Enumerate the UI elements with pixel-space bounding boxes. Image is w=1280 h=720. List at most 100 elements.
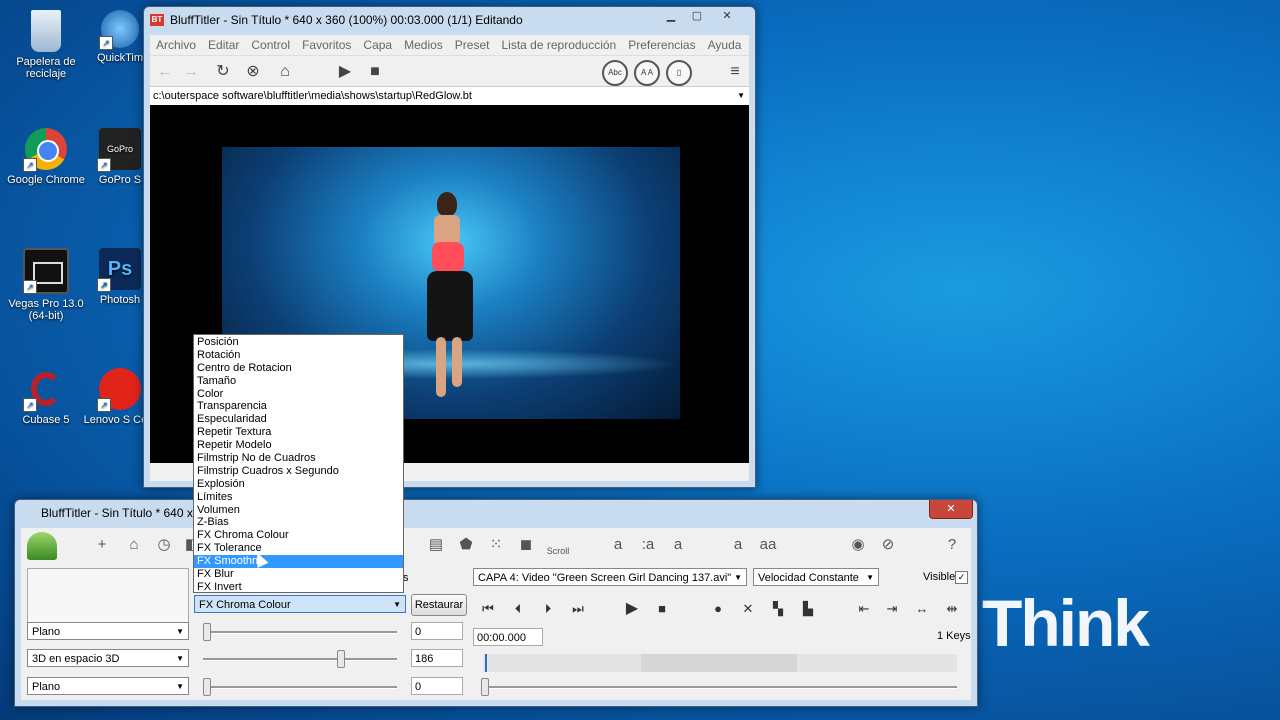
menu-medios[interactable]: Medios — [398, 38, 449, 52]
path-combo[interactable]: c:\outerspace software\blufftitler\media… — [150, 87, 749, 106]
menu-preferencias[interactable]: Preferencias — [622, 38, 701, 52]
no-icon[interactable]: ⊘ — [877, 534, 899, 556]
prev-key-icon[interactable]: ⇤ — [853, 598, 875, 620]
page-button[interactable]: ▯ — [666, 60, 692, 86]
timeline-range[interactable] — [641, 654, 797, 672]
clock-icon[interactable]: ◷ — [153, 534, 175, 556]
hamburger-menu-icon[interactable]: ≡ — [724, 61, 746, 83]
dropdown-option[interactable]: Posición — [194, 336, 403, 349]
menu-control[interactable]: Control — [245, 38, 296, 52]
stop-square-icon[interactable]: ■ — [364, 61, 386, 83]
menu-preset[interactable]: Preset — [449, 38, 496, 52]
abc-button[interactable]: Abc — [602, 60, 628, 86]
cube-icon[interactable]: ◼ — [515, 534, 537, 556]
desktop-icon-chrome[interactable]: ↗ Google Chrome — [4, 128, 88, 186]
row2-slider-thumb[interactable] — [337, 650, 345, 668]
property-combo[interactable]: FX Chroma Colour ▼ — [194, 595, 406, 613]
key-slider[interactable] — [483, 686, 957, 689]
skip-start-icon[interactable]: ⏮ — [477, 598, 499, 620]
row3-value[interactable]: 0 — [411, 677, 463, 695]
step-back-icon[interactable]: ⏴ — [507, 598, 529, 620]
menu-favoritos[interactable]: Favoritos — [296, 38, 357, 52]
dropdown-option[interactable]: Rotación — [194, 349, 403, 362]
dropdown-option-highlighted[interactable]: FX Smoothn — [194, 555, 403, 569]
dropdown-option[interactable]: Volumen — [194, 504, 403, 517]
row2-combo[interactable]: 3D en espacio 3D ▼ — [27, 649, 189, 667]
compress-icon[interactable]: ⇹ — [941, 598, 963, 620]
home-icon[interactable]: ⌂ — [274, 61, 296, 83]
font-size-button[interactable]: A A — [634, 60, 660, 86]
dropdown-option[interactable]: Filmstrip Cuadros x Segundo — [194, 465, 403, 478]
dropdown-option[interactable]: Límites — [194, 491, 403, 504]
back-icon[interactable]: ← — [154, 61, 176, 83]
dropdown-option[interactable]: Centro de Rotacion — [194, 362, 403, 375]
desktop-icon-recycle-bin[interactable]: Papelera de reciclaje — [4, 10, 88, 80]
text-delete-icon[interactable]: a — [727, 534, 749, 556]
shape-icon[interactable]: ⬟ — [455, 534, 477, 556]
dropdown-option[interactable]: Repetir Modelo — [194, 439, 403, 452]
dropdown-option[interactable]: Transparencia — [194, 400, 403, 413]
paste-key-icon[interactable]: ▙ — [797, 598, 819, 620]
desktop-icon-cubase[interactable]: ↗ Cubase 5 — [4, 368, 88, 426]
row3-combo[interactable]: Plano ▼ — [27, 677, 189, 695]
menu-ayuda[interactable]: Ayuda — [702, 38, 748, 52]
desktop-icon-vegas[interactable]: ↗ Vegas Pro 13.0 (64-bit) — [4, 248, 88, 322]
particles-icon[interactable]: ⁙ — [485, 534, 507, 556]
playhead[interactable] — [485, 654, 487, 672]
row3-slider-thumb[interactable] — [203, 678, 211, 696]
help-icon[interactable]: ? — [941, 534, 963, 556]
text-a-icon[interactable]: a — [607, 534, 629, 556]
dropdown-option[interactable]: Tamaño — [194, 375, 403, 388]
play-icon[interactable]: ▶ — [334, 61, 356, 83]
delete-key-icon[interactable]: ✕ — [737, 598, 759, 620]
row1-slider-thumb[interactable] — [203, 623, 211, 641]
row2-slider[interactable] — [203, 658, 397, 661]
stop-icon[interactable]: ⊗ — [242, 61, 264, 83]
next-key-icon[interactable]: ⇥ — [881, 598, 903, 620]
forward-icon[interactable]: → — [180, 61, 202, 83]
row1-value[interactable]: 0 — [411, 622, 463, 640]
row1-combo[interactable]: Plano ▼ — [27, 622, 189, 640]
dropdown-option[interactable]: Explosión — [194, 478, 403, 491]
menu-playlist[interactable]: Lista de reproducción — [495, 38, 622, 52]
stop-icon[interactable]: ■ — [651, 598, 673, 620]
play-icon[interactable]: ▶ — [621, 598, 643, 620]
row1-slider[interactable] — [203, 631, 397, 634]
row3-slider[interactable] — [203, 686, 397, 689]
text-bold-a-icon[interactable]: a — [667, 534, 689, 556]
record-icon[interactable]: ● — [707, 598, 729, 620]
dropdown-option[interactable]: Z-Bias — [194, 516, 403, 529]
add-icon[interactable]: + — [91, 534, 113, 556]
dropdown-option[interactable]: Repetir Textura — [194, 426, 403, 439]
expand-icon[interactable]: ↔ — [911, 598, 933, 620]
dropdown-option[interactable]: FX Chroma Colour — [194, 529, 403, 542]
row2-value[interactable]: 186 — [411, 649, 463, 667]
layer-combo[interactable]: CAPA 4: Video "Green Screen Girl Dancing… — [473, 568, 747, 586]
menu-editar[interactable]: Editar — [202, 38, 245, 52]
menu-capa[interactable]: Capa — [357, 38, 398, 52]
visible-checkbox[interactable]: ✓ — [955, 571, 968, 584]
skip-end-icon[interactable]: ⏭ — [567, 598, 589, 620]
close-button[interactable]: ✕ — [713, 7, 741, 25]
text-dot-a-icon[interactable]: :a — [637, 534, 659, 556]
maximize-button[interactable]: ▢ — [683, 7, 711, 25]
scroll-text[interactable]: Scroll — [541, 540, 575, 562]
menu-archivo[interactable]: Archivo — [150, 38, 202, 52]
text-aa-icon[interactable]: aa — [757, 534, 779, 556]
step-forward-icon[interactable]: ⏵ — [537, 598, 559, 620]
dropdown-option[interactable]: Especularidad — [194, 413, 403, 426]
text-document-icon[interactable]: ▤ — [425, 534, 447, 556]
camera-icon[interactable]: ◉ — [847, 534, 869, 556]
restaurar-button[interactable]: Restaurar — [411, 594, 467, 616]
dropdown-option[interactable]: FX Invert — [194, 581, 403, 594]
dropdown-option[interactable]: FX Tolerance — [194, 542, 403, 555]
minimize-button[interactable]: ▁ — [657, 7, 685, 25]
key-slider-thumb[interactable] — [481, 678, 489, 696]
copy-key-icon[interactable]: ▚ — [767, 598, 789, 620]
close-button[interactable]: ✕ — [929, 500, 973, 519]
dropdown-option[interactable]: Filmstrip No de Cuadros — [194, 452, 403, 465]
refresh-icon[interactable]: ↻ — [212, 61, 234, 83]
time-field[interactable]: 00:00.000 — [473, 628, 543, 646]
dropdown-option[interactable]: Color — [194, 388, 403, 401]
open-folder-icon[interactable]: ⌂ — [123, 534, 145, 556]
